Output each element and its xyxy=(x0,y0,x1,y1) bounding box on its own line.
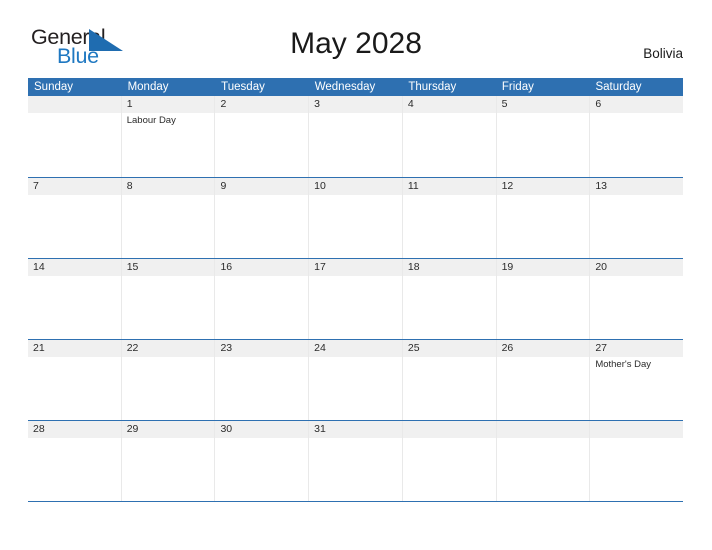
day-number xyxy=(502,421,585,438)
day-number: 3 xyxy=(314,98,320,110)
day-cell[interactable]: 10 xyxy=(309,178,403,258)
weekday-header-friday: Friday xyxy=(501,81,534,93)
day-cell[interactable]: 20 xyxy=(590,259,683,339)
weekday-header-wednesday: Wednesday xyxy=(314,81,376,93)
day-cell[interactable]: 28 xyxy=(28,421,122,501)
week-cells: 21 22 23 24 25 26 27 Mother's Day xyxy=(28,340,683,420)
week-cells: 1 Labour Day 2 3 4 5 6 xyxy=(28,96,683,177)
page-header: General Blue May 2028 Bolivia xyxy=(0,0,712,66)
week-cells: 14 15 16 17 18 19 20 xyxy=(28,259,683,339)
day-number: 16 xyxy=(220,261,233,273)
day-number: 13 xyxy=(595,180,607,192)
day-cell[interactable]: 27 Mother's Day xyxy=(590,340,683,420)
day-cell[interactable]: 13 xyxy=(590,178,683,258)
day-events: Labour Day xyxy=(127,115,210,127)
day-cell[interactable]: 5 xyxy=(497,96,591,177)
day-number: 15 xyxy=(126,261,139,273)
day-cell[interactable]: 11 xyxy=(403,178,497,258)
day-cell[interactable]: 22 xyxy=(122,340,216,420)
day-number: 2 xyxy=(220,98,227,110)
day-number: 31 xyxy=(314,423,326,435)
day-events: Mother's Day xyxy=(595,359,678,371)
week-cells: 7 8 9 10 11 12 13 xyxy=(28,178,683,258)
day-cell[interactable]: 16 xyxy=(215,259,310,339)
day-number: 20 xyxy=(595,261,607,273)
day-number: 17 xyxy=(314,261,326,273)
calendar-week-row: 28 29 30 31 xyxy=(28,420,683,501)
day-number: 4 xyxy=(407,98,414,110)
holiday-event: Labour Day xyxy=(126,115,176,126)
day-cell[interactable]: 3 xyxy=(309,96,403,177)
day-number: 21 xyxy=(33,342,45,354)
calendar-page: General Blue May 2028 Bolivia Sunday Mond… xyxy=(0,0,712,550)
calendar-week-row: 1 Labour Day 2 3 4 5 6 xyxy=(28,96,683,177)
day-number: 18 xyxy=(407,261,420,273)
day-number: 25 xyxy=(407,342,420,354)
weekday-header-monday: Monday xyxy=(127,81,169,93)
day-number: 30 xyxy=(220,423,233,435)
weekday-header-tuesday: Tuesday xyxy=(221,81,265,93)
day-cell[interactable]: 14 xyxy=(28,259,122,339)
week-cells: 28 29 30 31 xyxy=(28,421,683,501)
calendar-grid: Sunday Monday Tuesday Wednesday Thursday Frid… xyxy=(28,78,683,502)
day-number: 22 xyxy=(126,342,139,354)
day-number: 14 xyxy=(33,261,45,273)
day-cell[interactable]: 31 xyxy=(309,421,403,501)
day-cell[interactable]: 2 xyxy=(215,96,310,177)
day-cell-empty xyxy=(590,421,683,501)
day-cell[interactable]: 30 xyxy=(215,421,310,501)
day-number: 7 xyxy=(33,180,39,192)
day-cell[interactable]: 29 xyxy=(122,421,216,501)
calendar-bottom-border xyxy=(28,501,683,502)
day-number: 8 xyxy=(126,180,133,192)
day-cell[interactable]: 17 xyxy=(309,259,403,339)
day-cell[interactable]: 9 xyxy=(215,178,310,258)
day-cell[interactable]: 8 xyxy=(122,178,216,258)
day-cell[interactable]: 12 xyxy=(497,178,591,258)
day-number: 10 xyxy=(314,180,326,192)
day-cell-empty xyxy=(497,421,591,501)
day-cell[interactable]: 7 xyxy=(28,178,122,258)
day-number: 5 xyxy=(501,98,508,110)
weekday-header-sunday: Sunday xyxy=(34,81,74,93)
day-cell[interactable]: 6 xyxy=(590,96,683,177)
day-number xyxy=(33,96,116,113)
calendar-weeks: 1 Labour Day 2 3 4 5 6 7 8 9 10 11 12 13 14 15 16 17 18 19 2… xyxy=(28,96,683,501)
day-number: 11 xyxy=(407,180,419,192)
day-number xyxy=(408,421,491,438)
day-cell[interactable]: 25 xyxy=(403,340,497,420)
day-cell[interactable]: 26 xyxy=(497,340,591,420)
day-number xyxy=(595,421,678,438)
day-cell[interactable]: 24 xyxy=(309,340,403,420)
day-number: 6 xyxy=(595,98,602,110)
day-cell[interactable]: 19 xyxy=(497,259,591,339)
day-cell-empty xyxy=(28,96,122,177)
day-number: 28 xyxy=(33,423,45,435)
calendar-week-row: 14 15 16 17 18 19 20 xyxy=(28,258,683,339)
day-number: 26 xyxy=(501,342,514,354)
day-number: 19 xyxy=(501,261,514,273)
day-cell[interactable]: 15 xyxy=(122,259,216,339)
day-cell-empty xyxy=(403,421,497,501)
day-number: 12 xyxy=(501,180,514,192)
holiday-event: Mother's Day xyxy=(595,359,651,370)
country-label: Bolivia xyxy=(643,46,683,61)
day-cell[interactable]: 1 Labour Day xyxy=(122,96,216,177)
day-number: 23 xyxy=(220,342,233,354)
day-cell[interactable]: 18 xyxy=(403,259,497,339)
day-number: 9 xyxy=(220,180,227,192)
day-number: 27 xyxy=(595,342,607,354)
day-number: 24 xyxy=(314,342,326,354)
day-cell[interactable]: 4 xyxy=(403,96,497,177)
day-number: 29 xyxy=(126,423,139,435)
page-title: May 2028 xyxy=(290,27,422,60)
weekday-header-thursday: Thursday xyxy=(408,81,457,93)
weekday-header-row: Sunday Monday Tuesday Wednesday Thursday Frid… xyxy=(28,78,683,96)
calendar-week-row: 7 8 9 10 11 12 13 xyxy=(28,177,683,258)
calendar-week-row: 21 22 23 24 25 26 27 Mother's Day xyxy=(28,339,683,420)
day-cell[interactable]: 23 xyxy=(215,340,310,420)
day-number: 1 xyxy=(126,98,133,110)
day-cell[interactable]: 21 xyxy=(28,340,122,420)
weekday-header-saturday: Saturday xyxy=(595,81,642,93)
